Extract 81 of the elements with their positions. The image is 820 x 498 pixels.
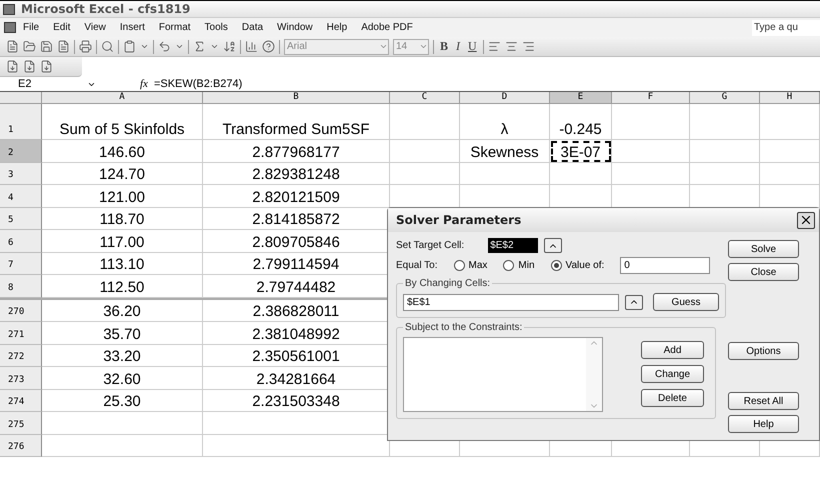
menu-item[interactable]: Insert	[112, 22, 152, 33]
menu-item[interactable]: Window	[270, 22, 320, 33]
table-cell: 25.30	[42, 390, 203, 412]
active-cell: 3E-07	[550, 140, 612, 162]
column-header[interactable]: E	[550, 92, 612, 104]
dialog-button[interactable]: Reset All	[728, 392, 799, 410]
radio-option[interactable]: Value of:	[550, 260, 604, 271]
row-header[interactable]: 7	[0, 252, 42, 275]
menu-item[interactable]: Adobe PDF	[354, 22, 420, 33]
menu-item[interactable]: Help	[320, 22, 354, 33]
column-header[interactable]: D	[460, 92, 550, 104]
format-button[interactable]: B	[438, 39, 450, 54]
table-cell: 33.20	[42, 344, 203, 367]
window-title: Microsoft Excel - cfs1819	[21, 2, 190, 16]
menu-item[interactable]: Format	[152, 22, 198, 33]
row-header[interactable]: 274	[0, 390, 42, 412]
dialog-title: Solver Parameters	[396, 213, 522, 227]
format-button[interactable]: U	[466, 39, 479, 54]
column-header[interactable]: G	[690, 92, 760, 104]
row-header[interactable]: 8	[0, 275, 42, 298]
row-header[interactable]: 1	[0, 104, 42, 140]
dialog-button[interactable]: Options	[728, 342, 799, 360]
field-label: Equal To:	[396, 260, 438, 271]
column-header[interactable]: H	[760, 92, 820, 104]
column-header[interactable]: F	[612, 92, 690, 104]
row-header[interactable]: 2	[0, 140, 42, 162]
menu-item[interactable]: View	[77, 22, 113, 33]
constraint-button[interactable]: Change	[641, 365, 704, 383]
row-header[interactable]: 272	[0, 344, 42, 367]
table-cell: 2.820121509	[203, 185, 390, 208]
table-cell: Transformed Sum5SF	[203, 104, 390, 140]
format-button[interactable]: I	[454, 39, 462, 54]
table-cell: 121.00	[42, 185, 203, 208]
menu-item[interactable]: Edit	[46, 22, 78, 33]
field-label: Set Target Cell:	[396, 240, 464, 251]
table-cell: 124.70	[42, 162, 203, 185]
help-search-field[interactable]: Type a qu	[752, 20, 820, 36]
formula-field[interactable]: =SKEW(B2:B274)	[154, 78, 242, 90]
radio-option[interactable]: Min	[503, 260, 535, 271]
table-cell: 2.829381248	[203, 162, 390, 185]
row-header[interactable]: 271	[0, 322, 42, 344]
name-box[interactable]: E2	[0, 78, 120, 90]
row-header[interactable]: 270	[0, 300, 42, 322]
column-header[interactable]: B	[203, 92, 390, 104]
table-cell: 35.70	[42, 322, 203, 344]
menu-item[interactable]: File	[16, 22, 46, 33]
table-cell: 113.10	[42, 252, 203, 275]
value-field[interactable]: 0	[620, 257, 710, 274]
menu-item[interactable]: Tools	[198, 22, 235, 33]
radio-option[interactable]: Max	[454, 260, 488, 271]
table-cell: Sum of 5 Skinfolds	[42, 104, 203, 140]
dialog-button[interactable]: Solve	[728, 240, 799, 258]
changing-cells-field[interactable]: $E$1	[403, 294, 619, 310]
group-label: By Changing Cells:	[404, 278, 492, 289]
table-cell: 117.00	[42, 230, 203, 252]
table-cell: 32.60	[42, 367, 203, 390]
row-header[interactable]: 273	[0, 367, 42, 390]
dialog-button[interactable]: Help	[728, 415, 799, 433]
guess-button[interactable]: Guess	[653, 293, 719, 311]
row-header[interactable]: 4	[0, 185, 42, 208]
row-header[interactable]: 276	[0, 434, 42, 457]
column-header[interactable]: A	[42, 92, 203, 104]
constraint-button[interactable]: Delete	[641, 389, 704, 407]
table-cell: Skewness	[460, 140, 550, 162]
constraint-button[interactable]: Add	[641, 341, 704, 359]
table-cell: λ	[460, 104, 550, 140]
row-header[interactable]: 5	[0, 208, 42, 230]
table-cell: -0.245	[550, 104, 612, 140]
dialog-button[interactable]: Close	[728, 263, 799, 281]
function-button[interactable]: fx	[140, 78, 148, 90]
row-header[interactable]: 3	[0, 162, 42, 185]
table-cell: 36.20	[42, 300, 203, 322]
table-cell: 146.60	[42, 140, 203, 162]
row-header[interactable]: 275	[0, 412, 42, 434]
menu-item[interactable]: Data	[234, 22, 270, 33]
row-header[interactable]: 6	[0, 230, 42, 252]
table-cell: 2.877968177	[203, 140, 390, 162]
target-cell-field[interactable]: $E$2	[488, 238, 538, 253]
column-header[interactable]: C	[390, 92, 460, 104]
group-label: Subject to the Constraints:	[404, 322, 524, 333]
table-cell: 118.70	[42, 208, 203, 230]
